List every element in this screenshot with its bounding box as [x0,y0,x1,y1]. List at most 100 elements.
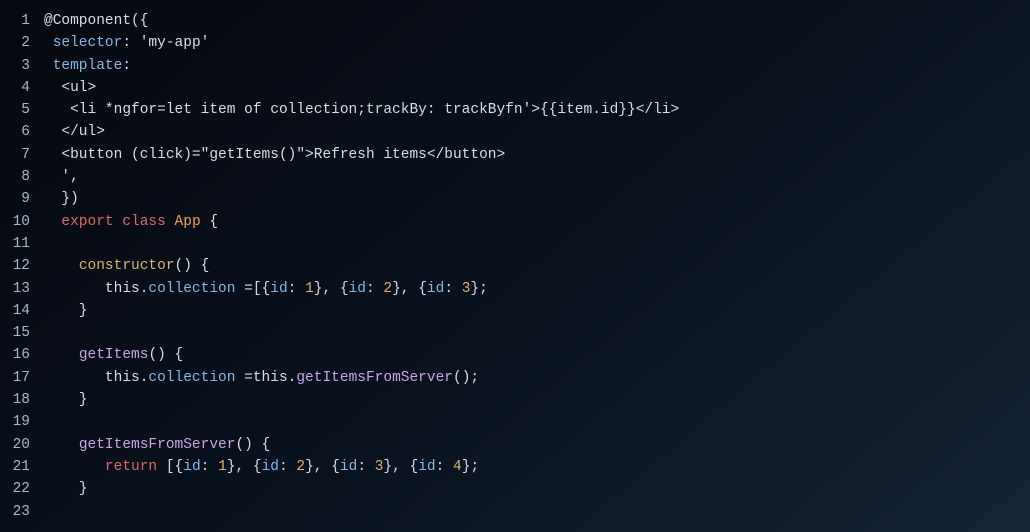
code-token: id [427,281,444,297]
code-token: id [418,459,435,475]
code-token: this. [44,281,148,297]
code-token: }) [44,191,79,207]
code-token: }, { [227,459,262,475]
code-line[interactable]: @Component({ [44,10,1030,32]
code-line[interactable]: </ul> [44,121,1030,143]
code-token [44,437,79,453]
line-number: 23 [0,501,30,523]
code-token: () { [175,258,210,274]
code-token: 2 [296,459,305,475]
code-token: : [201,459,218,475]
line-number: 1 [0,10,30,32]
line-number: 4 [0,77,30,99]
code-token [44,258,79,274]
code-line[interactable]: this.collection =[{id: 1}, {id: 2}, {id:… [44,278,1030,300]
code-token [166,214,175,230]
line-number: 8 [0,166,30,188]
code-line[interactable]: template: [44,55,1030,77]
code-line[interactable]: <button (click)="getItems()">Refresh ite… [44,144,1030,166]
line-number: 18 [0,389,30,411]
code-line[interactable]: export class App { [44,211,1030,233]
code-token: collection [148,281,235,297]
code-token: id [183,459,200,475]
code-token: [{ [157,459,183,475]
code-token: : [288,281,305,297]
code-token: return [105,459,157,475]
line-number: 2 [0,32,30,54]
code-token: : [122,58,131,74]
code-token: : [366,281,383,297]
code-token: id [270,281,287,297]
code-line[interactable] [44,233,1030,255]
code-token: }, { [314,281,349,297]
code-line[interactable]: <ul> [44,77,1030,99]
code-token: }; [470,281,487,297]
code-token: 2 [383,281,392,297]
code-line[interactable] [44,322,1030,344]
line-number: 11 [0,233,30,255]
line-number: 14 [0,300,30,322]
code-token [44,214,61,230]
code-token: 1 [218,459,227,475]
line-number: 15 [0,322,30,344]
code-token: }, { [383,459,418,475]
code-line[interactable]: getItems() { [44,344,1030,366]
line-number: 6 [0,121,30,143]
code-line[interactable]: constructor() { [44,255,1030,277]
code-token: getItemsFromServer [79,437,236,453]
code-line[interactable]: this.collection =this.getItemsFromServer… [44,367,1030,389]
code-editor[interactable]: 1234567891011121314151617181920212223 @C… [0,0,1030,523]
code-token [44,58,53,74]
code-line[interactable]: getItemsFromServer() { [44,434,1030,456]
code-line[interactable]: } [44,300,1030,322]
code-token: id [262,459,279,475]
code-line[interactable]: selector: 'my-app' [44,32,1030,54]
code-line[interactable]: ', [44,166,1030,188]
code-line[interactable]: } [44,478,1030,500]
code-area[interactable]: @Component({ selector: 'my-app' template… [36,10,1030,523]
code-token: } [44,481,88,497]
line-number: 5 [0,99,30,121]
code-token: id [349,281,366,297]
code-token: class [122,214,166,230]
line-number-gutter: 1234567891011121314151617181920212223 [0,10,36,523]
line-number: 17 [0,367,30,389]
line-number: 9 [0,188,30,210]
code-line[interactable] [44,501,1030,523]
code-token: getItemsFromServer [296,370,453,386]
code-token [44,459,105,475]
code-token: </ul> [44,124,105,140]
code-token: } [44,392,88,408]
code-token: <li *ngfor=let item of collection;trackB… [44,102,679,118]
line-number: 20 [0,434,30,456]
code-token: <button (click)="getItems()">Refresh ite… [44,147,505,163]
line-number: 19 [0,411,30,433]
code-line[interactable]: }) [44,188,1030,210]
code-token: () { [235,437,270,453]
code-token: : 'my-app' [122,35,209,51]
code-token: : [357,459,374,475]
code-token: this. [44,370,148,386]
code-token [44,35,53,51]
line-number: 22 [0,478,30,500]
code-token: template [53,58,123,74]
code-token: } [44,303,88,319]
code-token: =this. [235,370,296,386]
code-token: }; [462,459,479,475]
code-token: selector [53,35,123,51]
code-token [44,347,79,363]
code-line[interactable]: } [44,389,1030,411]
line-number: 7 [0,144,30,166]
code-line[interactable]: <li *ngfor=let item of collection;trackB… [44,99,1030,121]
line-number: 21 [0,456,30,478]
line-number: 13 [0,278,30,300]
code-token: <ul> [44,80,96,96]
code-token: }, { [305,459,340,475]
line-number: 16 [0,344,30,366]
code-line[interactable] [44,411,1030,433]
code-line[interactable]: return [{id: 1}, {id: 2}, {id: 3}, {id: … [44,456,1030,478]
code-token: constructor [79,258,175,274]
code-token: ', [44,169,79,185]
code-token: =[{ [235,281,270,297]
code-token: : [279,459,296,475]
